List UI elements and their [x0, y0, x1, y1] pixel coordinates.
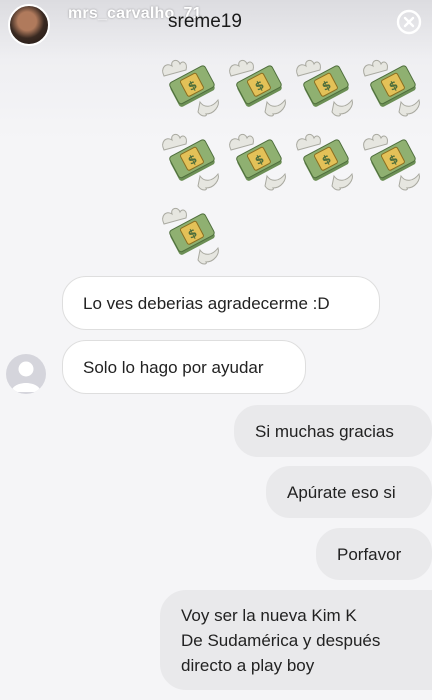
message-sent-1[interactable]: Si muchas gracias: [234, 405, 432, 457]
default-avatar-icon: [11, 361, 41, 392]
message-line: directo a play boy: [181, 656, 315, 675]
money-with-wings-icon: $: [296, 133, 353, 191]
close-icon[interactable]: [396, 9, 422, 35]
instagram-story-screenshot: mrs_carvalho_71 sreme19 $ $ $ $ $ $ $ $ $ Lo ves…: [0, 0, 432, 700]
story-avatar[interactable]: [8, 4, 50, 46]
message-sent-2[interactable]: Apúrate eso si: [266, 466, 432, 518]
money-with-wings-icon: $: [363, 133, 420, 191]
money-with-wings-icon: $: [162, 133, 219, 191]
message-received-2[interactable]: Solo lo hago por ayudar: [62, 340, 306, 394]
money-with-wings-icon: $: [229, 133, 286, 191]
message-sent-3[interactable]: Porfavor: [316, 528, 432, 580]
message-sent-4[interactable]: Voy ser la nueva Kim K De Sudamérica y d…: [160, 590, 432, 690]
message-line: De Sudamérica y después: [181, 631, 381, 650]
money-with-wings-icon: $: [162, 207, 219, 265]
money-with-wings-icon: $: [229, 59, 286, 117]
story-header: mrs_carvalho_71 sreme19: [0, 0, 432, 50]
money-with-wings-icon: $: [162, 59, 219, 117]
message-received-1[interactable]: Lo ves deberias agradecerme :D: [62, 276, 380, 330]
message-line: Voy ser la nueva Kim K: [181, 606, 357, 625]
money-with-wings-icon: $: [363, 59, 420, 117]
chat-username: sreme19: [168, 11, 242, 32]
money-with-wings-icon: $: [296, 59, 353, 117]
sender-avatar[interactable]: [6, 354, 46, 394]
